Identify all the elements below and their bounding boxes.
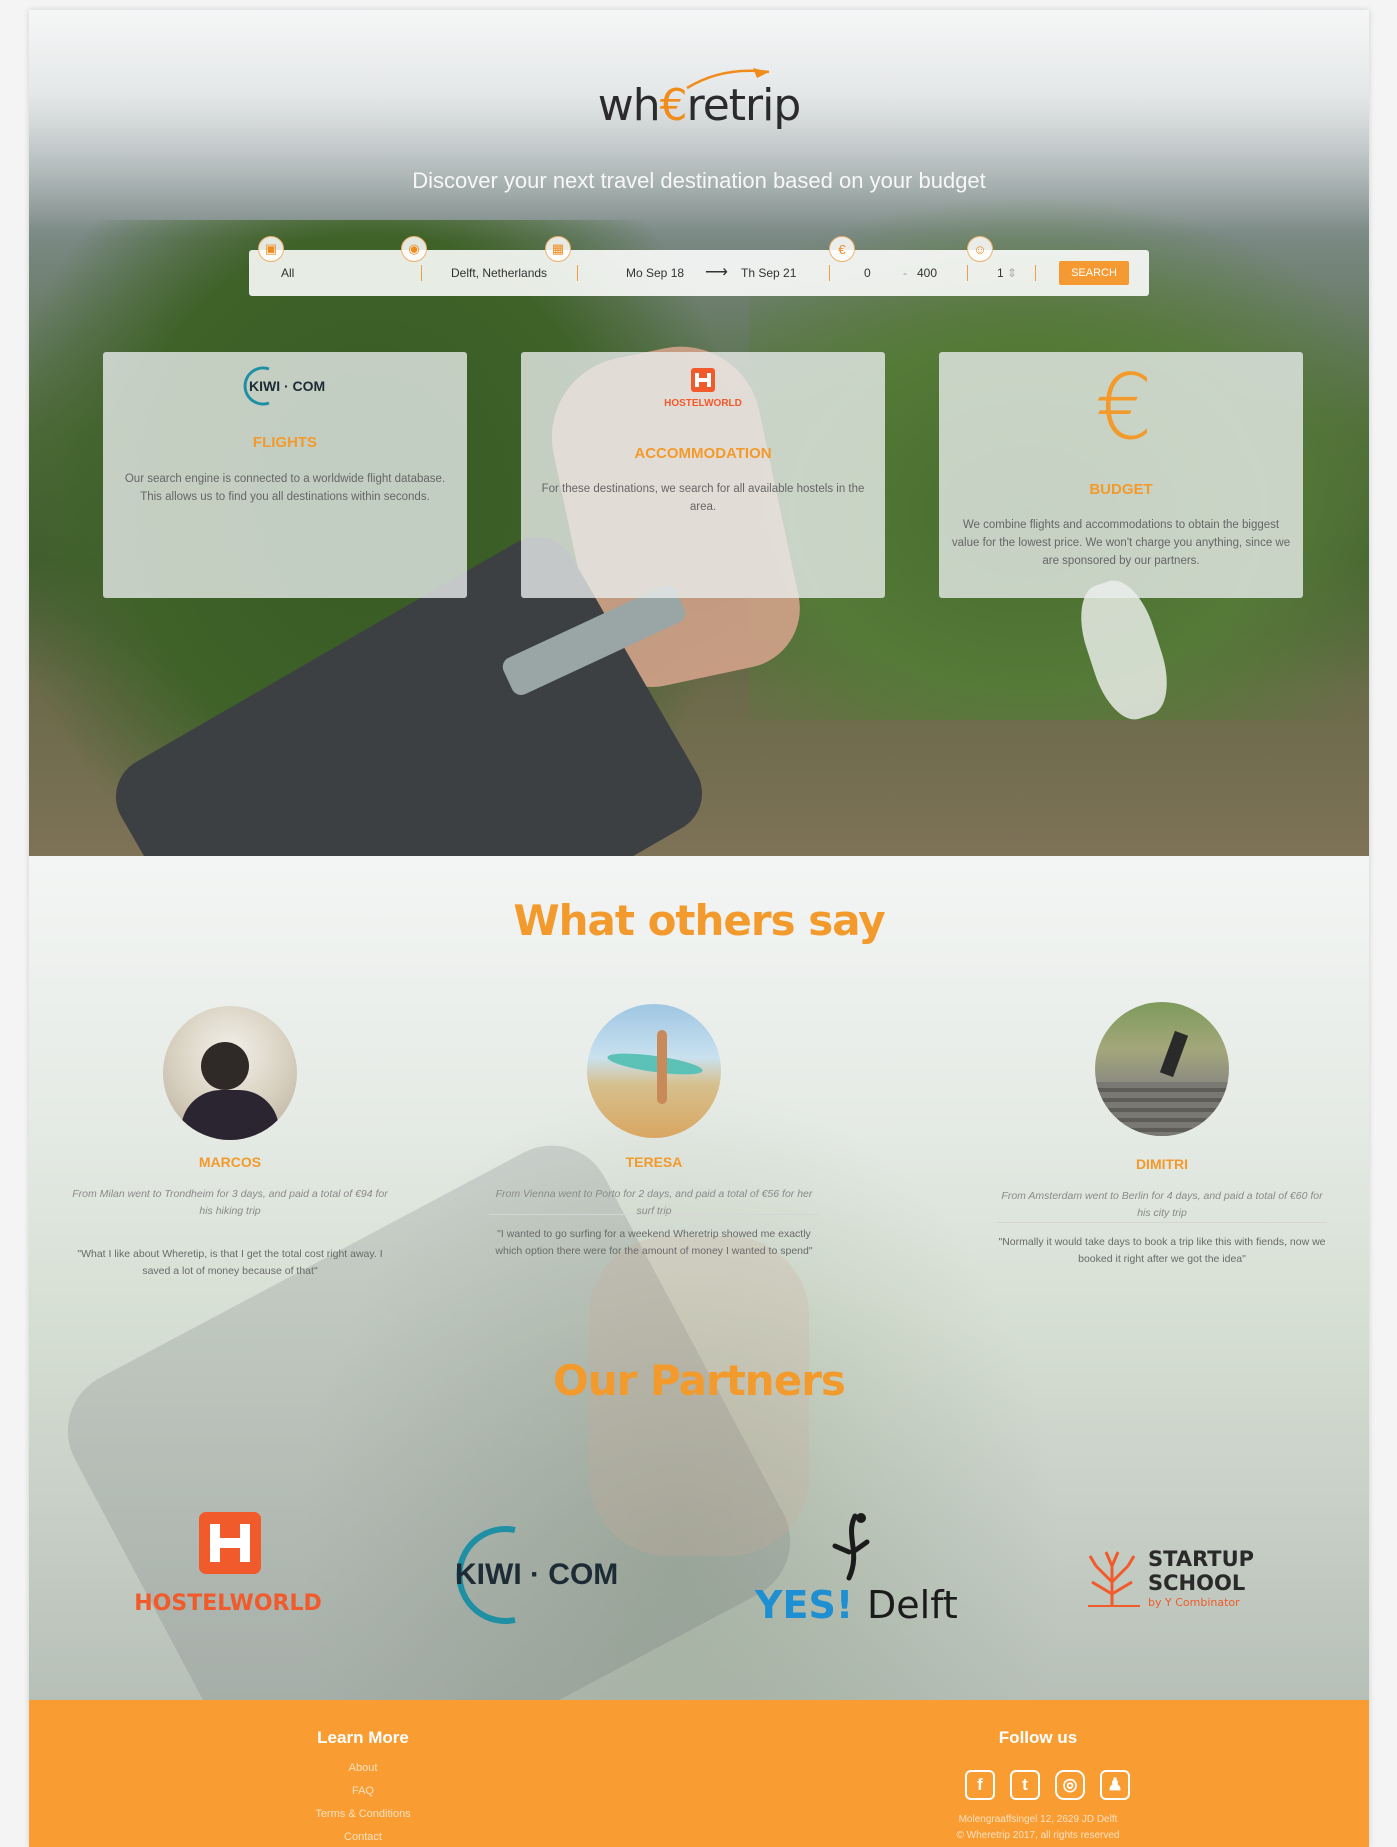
kiwi-logo: KIWI · COM — [243, 366, 325, 406]
footer-link-about[interactable]: About — [213, 1762, 513, 1774]
logo-text-prefix: wh — [597, 80, 661, 131]
startup-school-line2: SCHOOL — [1148, 1571, 1245, 1595]
testimonial-quote: "Normally it would take days to book a t… — [998, 1236, 1326, 1265]
person-icon: ☺ — [967, 236, 993, 262]
hostelworld-partner-logo[interactable]: HOSTELWORLD — [121, 1510, 335, 1622]
hero-tagline: Discover your next travel destination ba… — [412, 168, 986, 193]
type-select[interactable]: All — [281, 250, 401, 296]
return-date-input[interactable]: Th Sep 21 — [741, 250, 811, 296]
feature-card-accommodation: HOSTELWORLD ACCOMMODATION For these dest… — [521, 352, 885, 598]
euro-icon: € — [1095, 355, 1153, 460]
wheretrip-logo[interactable]: wh€retrip — [29, 80, 1369, 131]
search-bar: ▣ ◉ ▦ € ☺ All Delft, Netherlands Mo Sep … — [249, 236, 1149, 296]
testimonial-card: MARCOS From Milan went to Trondheim for … — [65, 1006, 395, 1306]
feature-title: BUDGET — [1089, 481, 1153, 498]
instagram-icon[interactable]: ◎ — [1055, 1770, 1085, 1800]
avatar — [163, 1006, 297, 1140]
footer-address: Molengraaffsingel 12, 2629 JD Delft — [958, 1814, 1118, 1825]
learn-more-column: Learn More About FAQ Terms & Conditions … — [213, 1700, 513, 1847]
testimonial-trip: From Amsterdam went to Berlin for 4 days… — [1001, 1190, 1323, 1219]
budget-max-input[interactable]: 400 — [917, 250, 951, 296]
yesdelft-partner-logo[interactable]: YES! Delft — [749, 1512, 967, 1632]
logo-euro-accent: € — [659, 80, 688, 131]
facebook-icon[interactable]: f — [965, 1770, 995, 1800]
travellers-value: 1 — [997, 266, 1004, 280]
page-frame: wh€retrip Discover your next travel dest… — [29, 10, 1369, 1847]
avatar — [1095, 1002, 1229, 1136]
testimonial-quote: "I wanted to go surfing for a weekend Wh… — [495, 1228, 813, 1257]
feature-text: We combine flights and accommodations to… — [951, 519, 1291, 567]
divider — [829, 265, 830, 281]
testimonial-card: DIMITRI From Amsterdam went to Berlin fo… — [997, 1002, 1327, 1302]
search-button[interactable]: SEARCH — [1059, 261, 1129, 285]
kiwi-logo-text: KIWI · COM — [249, 378, 325, 394]
origin-input[interactable]: Delft, Netherlands — [451, 250, 571, 296]
follow-title: Follow us — [998, 1728, 1078, 1747]
divider — [997, 1222, 1327, 1223]
feature-title: ACCOMMODATION — [634, 445, 772, 462]
footer-link-contact[interactable]: Contact — [213, 1831, 513, 1843]
testimonials-title: What others say — [513, 896, 885, 945]
startup-school-line1: STARTUP — [1148, 1547, 1254, 1571]
feature-title: FLIGHTS — [252, 434, 318, 451]
yesdelft-prefix: YES! — [754, 1583, 853, 1627]
hostelworld-logo: HOSTELWORLD — [664, 368, 742, 409]
travellers-stepper[interactable]: 1 ⇕ — [997, 250, 1021, 296]
startup-school-partner-logo[interactable]: STARTUP SCHOOL by Y Combinator — [1084, 1536, 1264, 1616]
footer-link-faq[interactable]: FAQ — [213, 1785, 513, 1797]
divider — [577, 265, 578, 281]
snapchat-icon[interactable]: ♟ — [1100, 1770, 1130, 1800]
footer-link-terms[interactable]: Terms & Conditions — [213, 1808, 513, 1820]
feature-card-budget: € BUDGET We combine flights and accommod… — [939, 352, 1303, 598]
avatar — [587, 1004, 721, 1138]
kiwi-partner-text: KIWI · COM — [455, 1558, 618, 1591]
feature-text: For these destinations, we search for al… — [541, 483, 865, 513]
divider — [967, 265, 968, 281]
startup-school-line3: by Y Combinator — [1148, 1596, 1240, 1609]
feature-text: Our search engine is connected to a worl… — [124, 473, 446, 503]
content-section: What others say MARCOS From Milan went t… — [29, 856, 1369, 1700]
divider — [1035, 265, 1036, 281]
date-arrow-icon: ⟶ — [705, 264, 728, 281]
feature-card-flights: KIWI · COM FLIGHTS Our search engine is … — [103, 352, 467, 598]
twitter-icon[interactable]: t — [1010, 1770, 1040, 1800]
depart-date-input[interactable]: Mo Sep 18 — [626, 250, 696, 296]
testimonial-name: MARCOS — [198, 1154, 262, 1170]
testimonial-name: DIMITRI — [1135, 1156, 1189, 1172]
follow-column: Follow us f t ◎ ♟ Molengraaffsingel 12, … — [888, 1700, 1188, 1847]
testimonial-card: TERESA From Vienna went to Porto for 2 d… — [489, 1004, 819, 1304]
kiwi-partner-logo[interactable]: KIWI · COM — [433, 1520, 659, 1630]
partners-title: Our Partners — [553, 1356, 846, 1405]
euro-icon: € — [829, 236, 855, 262]
yesdelft-suffix: Delft — [867, 1583, 958, 1627]
logo-text-suffix: retrip — [686, 80, 802, 131]
testimonial-name: TERESA — [625, 1154, 683, 1170]
hero-section: wh€retrip Discover your next travel dest… — [29, 10, 1369, 856]
location-pin-icon: ◉ — [401, 236, 427, 262]
footer: Learn More About FAQ Terms & Conditions … — [29, 1700, 1369, 1847]
hostelworld-logo-text: HOSTELWORLD — [664, 398, 742, 409]
hostelworld-partner-text: HOSTELWORLD — [134, 1591, 322, 1616]
testimonial-quote: "What I like about Wheretip, is that I g… — [77, 1248, 383, 1277]
budget-min-input[interactable]: 0 — [864, 250, 884, 296]
footer-copyright: © Wheretrip 2017, all rights reserved — [956, 1830, 1120, 1841]
divider — [421, 265, 422, 281]
learn-more-title: Learn More — [317, 1728, 409, 1747]
budget-dash: - — [903, 266, 907, 280]
testimonial-trip: From Milan went to Trondheim for 3 days,… — [72, 1188, 388, 1217]
divider — [489, 1214, 819, 1215]
